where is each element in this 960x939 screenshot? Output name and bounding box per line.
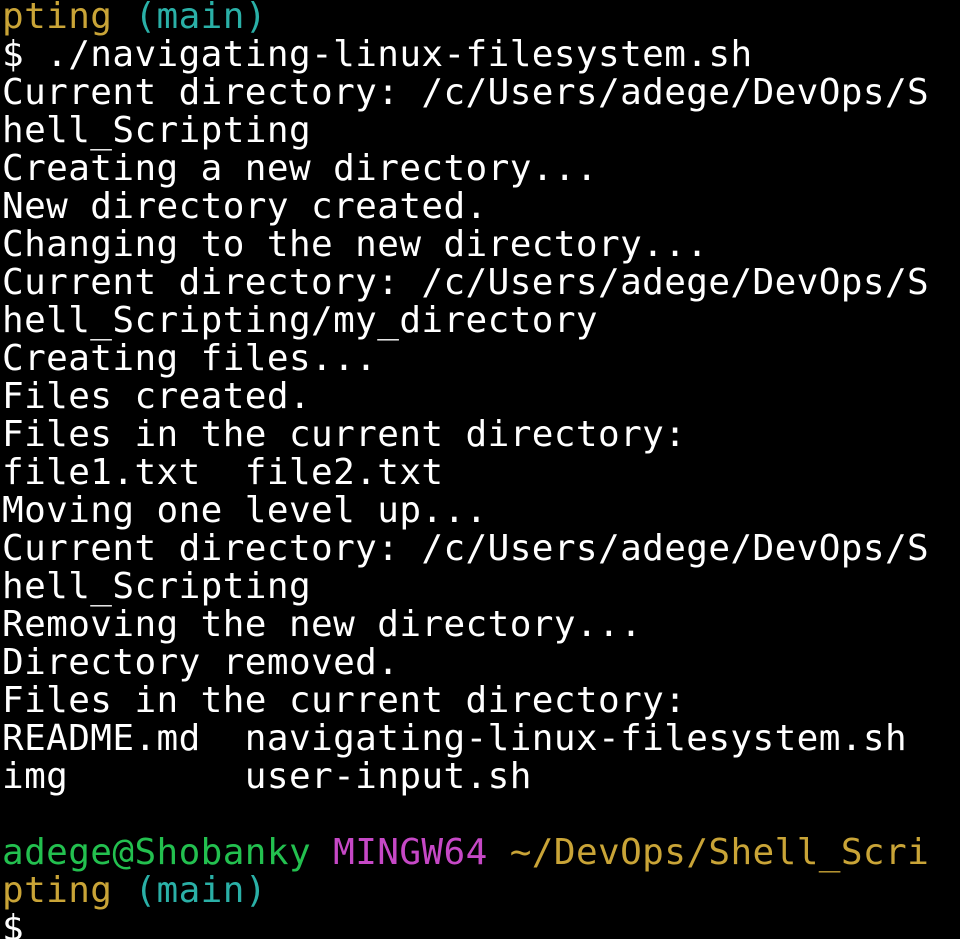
output-line: Removing the new directory... <box>2 604 643 645</box>
output-line: Changing to the new directory... <box>2 224 709 265</box>
output-line: Current directory: /c/Users/adege/DevOps… <box>2 262 930 303</box>
prompt-continuation-top: pting (main) <box>2 0 929 36</box>
output-line: hell_Scripting <box>2 110 312 151</box>
prompt-branch: (main) <box>134 870 267 911</box>
prompt-branch: (main) <box>134 0 267 37</box>
terminal-output: pting (main) $ ./navigating-linux-filesy… <box>2 0 929 939</box>
output-line: Files in the current directory: <box>2 414 687 455</box>
prompt-symbol: $ <box>2 908 25 939</box>
output-line: Creating a new directory... <box>2 148 598 189</box>
prompt-user-host: adege@Shobanky <box>2 832 312 873</box>
output-line: Files created. <box>2 376 312 417</box>
prompt-continuation-bottom: pting (main) <box>2 872 929 910</box>
prompt-path: ~/DevOps/Shell_Scri <box>509 832 930 873</box>
prompt-symbol: $ <box>2 34 25 75</box>
output-line: Files in the current directory: <box>2 680 687 721</box>
input-prompt[interactable]: $ <box>2 910 929 939</box>
command-text: ./navigating-linux-filesystem.sh <box>46 34 753 75</box>
output-line: hell_Scripting <box>2 566 312 607</box>
output-line: Current directory: /c/Users/adege/DevOps… <box>2 72 930 113</box>
terminal-window[interactable]: pting (main) $ ./navigating-linux-filesy… <box>0 0 960 939</box>
prompt-path-tail: pting <box>2 0 113 37</box>
prompt-path-tail: pting <box>2 870 113 911</box>
output-line: img user-input.sh <box>2 756 532 797</box>
output-line: Current directory: /c/Users/adege/DevOps… <box>2 528 930 569</box>
output-line: New directory created. <box>2 186 488 227</box>
output-line: Creating files... <box>2 338 378 379</box>
command-line: $ ./navigating-linux-filesystem.sh <box>2 36 929 74</box>
output-line: file1.txt file2.txt <box>2 452 444 493</box>
prompt-line: adege@Shobanky MINGW64 ~/DevOps/Shell_Sc… <box>2 834 929 872</box>
output-line: README.md navigating-linux-filesystem.sh <box>2 718 908 759</box>
output-line: hell_Scripting/my_directory <box>2 300 598 341</box>
output-line: Moving one level up... <box>2 490 488 531</box>
prompt-shell-name: MINGW64 <box>333 832 488 873</box>
output-line: Directory removed. <box>2 642 400 683</box>
